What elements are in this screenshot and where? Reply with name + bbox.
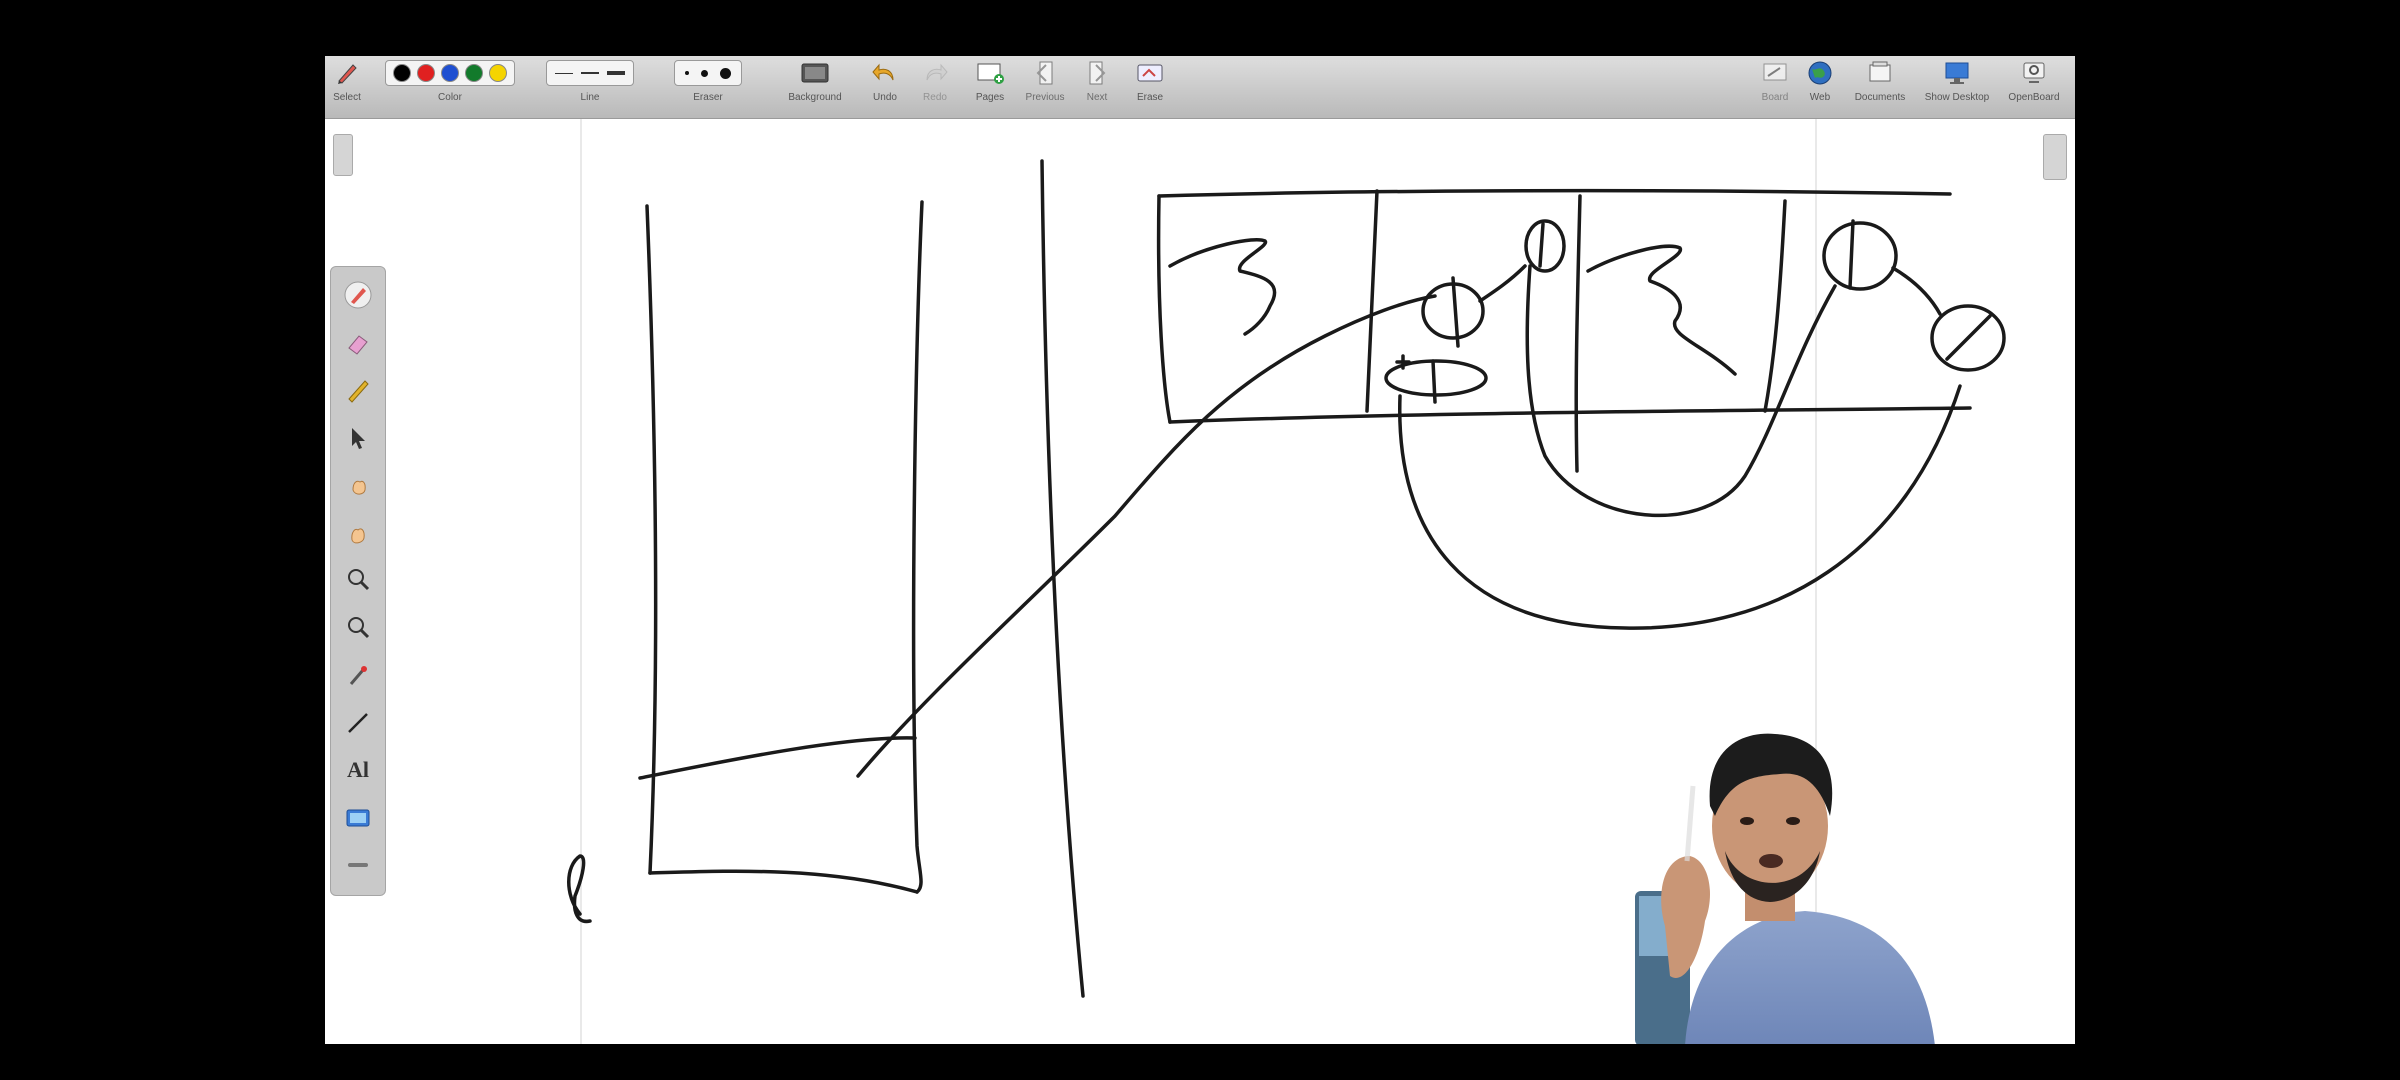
ink-stroke: [1168, 237, 1277, 336]
text-icon: Al: [347, 757, 369, 782]
more-tool[interactable]: [331, 843, 385, 887]
stylus-palette: Al: [330, 266, 386, 896]
ink-stroke: [645, 204, 658, 875]
capture-icon: [346, 809, 370, 826]
ink-stroke: [1040, 159, 1085, 998]
zoom-out-icon: [348, 616, 370, 638]
ink-stroke: [1538, 222, 1545, 268]
ink-stroke: [1822, 221, 1898, 291]
ink-stroke: [1431, 359, 1437, 404]
interact-icon: [352, 480, 366, 495]
presenter-hand: [1661, 856, 1710, 978]
laser-tool[interactable]: [331, 653, 385, 697]
capture-tool[interactable]: [331, 796, 385, 840]
presenter-shirt: [1685, 911, 1935, 1044]
line-icon: [348, 712, 368, 733]
ink-stroke: [1574, 194, 1582, 473]
ink-stroke: [1451, 276, 1460, 348]
hand-icon: [351, 527, 365, 543]
ink-stroke: [856, 294, 1437, 778]
zoom-out-tool[interactable]: [331, 606, 385, 650]
ink-stroke: [1891, 266, 1942, 316]
marker-icon: [348, 380, 369, 403]
presenter-video-overlay: [1635, 733, 1935, 1044]
line-tool[interactable]: [331, 701, 385, 745]
selector-tool[interactable]: [331, 416, 385, 460]
ink-stroke: [1945, 314, 1992, 361]
ink-stroke: [1168, 406, 1972, 424]
laser-icon: [349, 666, 367, 685]
eraser-tool[interactable]: [331, 321, 385, 365]
ink-stroke: [1157, 188, 1952, 198]
zoom-in-tool[interactable]: [331, 558, 385, 602]
eraser-icon: [348, 334, 368, 355]
ink-stroke: [1848, 219, 1855, 290]
ink-stroke: [1156, 194, 1172, 424]
text-tool[interactable]: Al: [331, 748, 385, 792]
pen-icon: [344, 281, 372, 309]
pen-tool[interactable]: [331, 273, 385, 317]
ink-stroke: [1763, 199, 1787, 413]
hand-tool[interactable]: [331, 511, 385, 555]
ink-stroke: [1524, 219, 1566, 273]
selector-icon: [352, 427, 365, 449]
ink-stroke: [911, 200, 924, 894]
interact-tool[interactable]: [331, 463, 385, 507]
ink-stroke: [648, 869, 919, 894]
ink-stroke: [1586, 244, 1737, 376]
ink-stroke: [1398, 384, 1962, 630]
marker-tool[interactable]: [331, 368, 385, 412]
ink-stroke: [1365, 189, 1379, 413]
ink-stroke: [567, 854, 592, 924]
more-icon: [348, 863, 368, 867]
ink-stroke: [1478, 264, 1527, 303]
whiteboard-window: Select Color Line Eraser Background Undo…: [325, 56, 2075, 1044]
zoom-in-icon: [348, 569, 370, 591]
